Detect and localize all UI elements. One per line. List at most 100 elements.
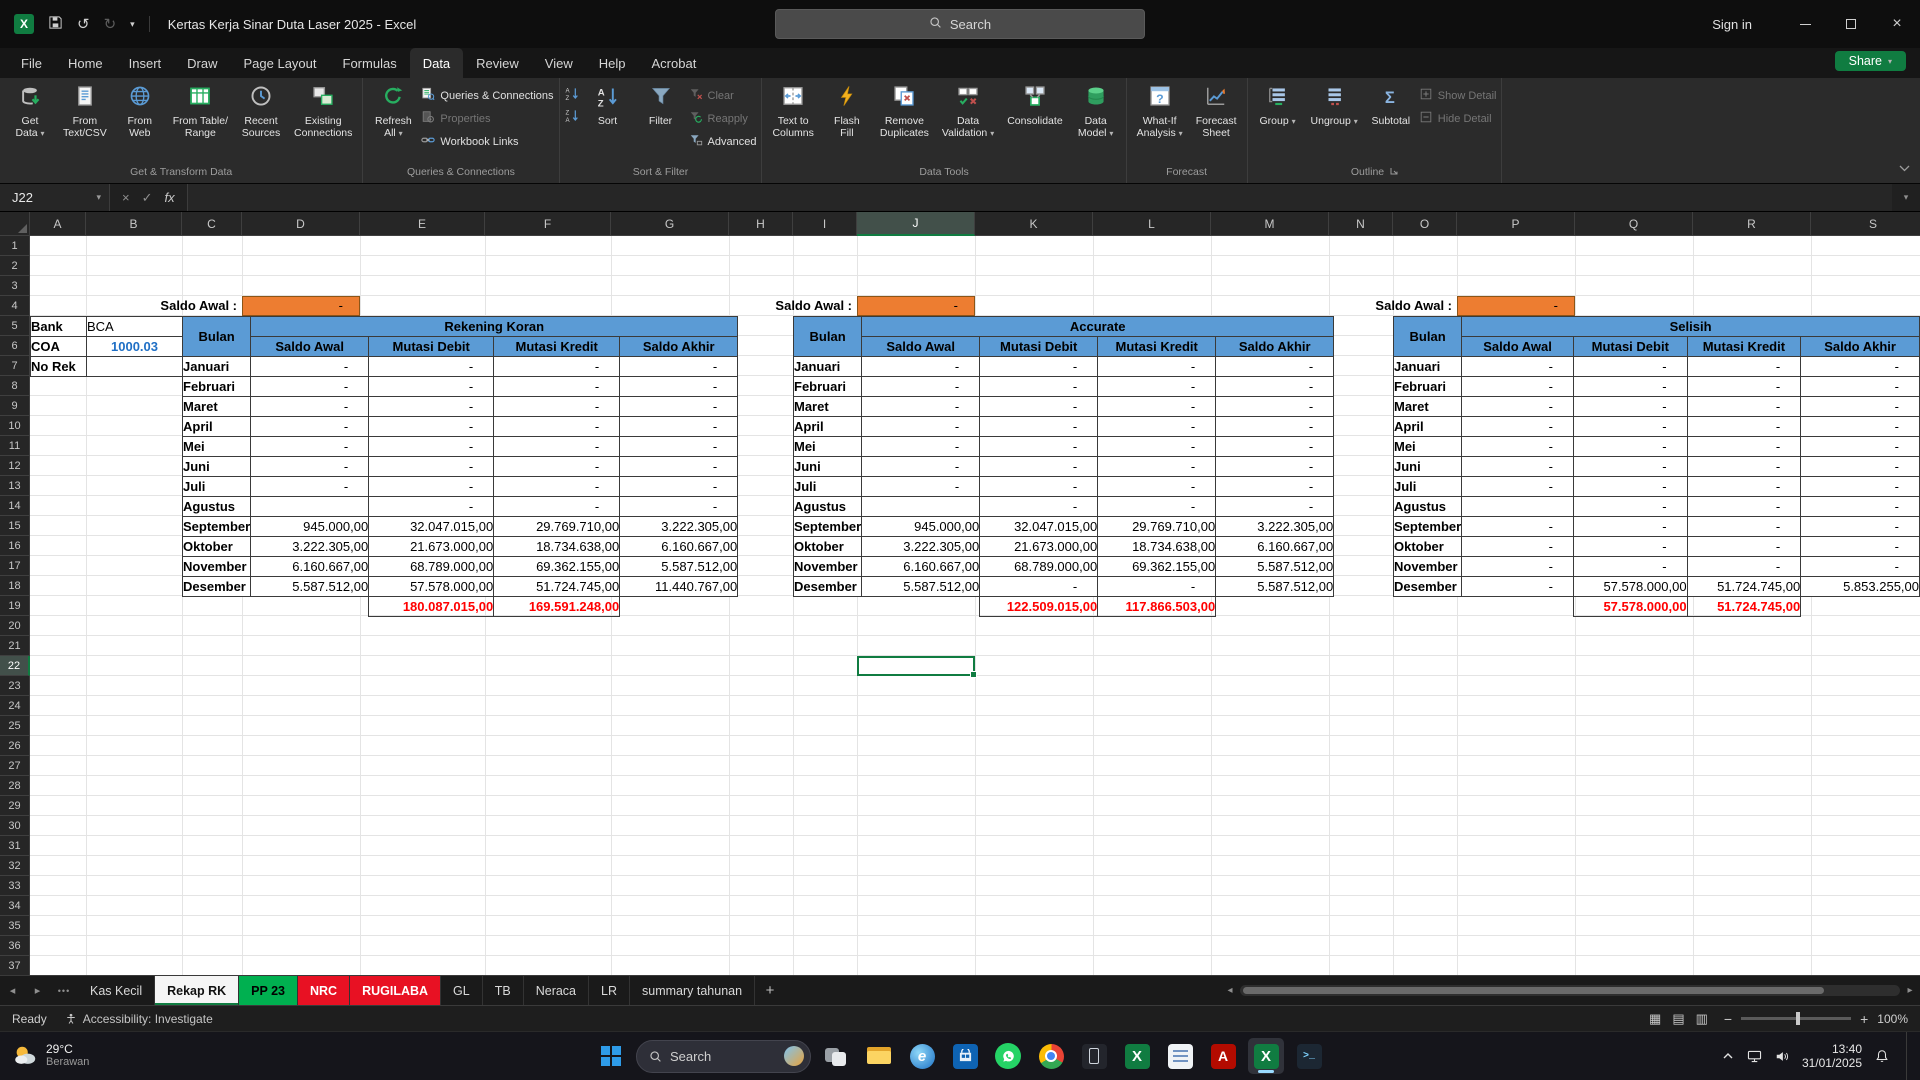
row-header-25[interactable]: 25: [0, 716, 30, 736]
row-header-10[interactable]: 10: [0, 416, 30, 436]
scroll-left-icon[interactable]: ◂: [1223, 985, 1237, 996]
start-button[interactable]: [593, 1038, 629, 1074]
cell-J9[interactable]: -: [862, 397, 980, 417]
cell-I11[interactable]: Mei: [794, 437, 862, 457]
cell-F9[interactable]: -: [494, 397, 620, 417]
weather-widget[interactable]: 29°C Berawan: [0, 1043, 89, 1069]
row-header-22[interactable]: 22: [0, 656, 30, 676]
row-header-14[interactable]: 14: [0, 496, 30, 516]
cell-P13[interactable]: -: [1462, 477, 1574, 497]
cell-S14[interactable]: -: [1801, 497, 1920, 517]
cell-G10[interactable]: -: [620, 417, 738, 437]
ribbon-tab-review[interactable]: Review: [463, 48, 532, 78]
column-header-F[interactable]: F: [485, 212, 611, 236]
ribbon-tab-home[interactable]: Home: [55, 48, 116, 78]
taskbar-search[interactable]: Search: [636, 1040, 811, 1073]
cell-E12[interactable]: -: [369, 457, 494, 477]
file-explorer-icon[interactable]: [861, 1038, 897, 1074]
sort-z-to-a-button[interactable]: ZA: [565, 108, 580, 123]
cell-M14[interactable]: -: [1216, 497, 1334, 517]
cell-E7[interactable]: -: [369, 357, 494, 377]
row-header-29[interactable]: 29: [0, 796, 30, 816]
subtotal-button[interactable]: ΣSubtotal: [1366, 81, 1416, 130]
cell-E17[interactable]: 68.789.000,00: [369, 557, 494, 577]
cell-C11[interactable]: Mei: [183, 437, 251, 457]
task-view-icon[interactable]: [818, 1038, 854, 1074]
row-header-37[interactable]: 37: [0, 956, 30, 975]
cell-O13[interactable]: Juli: [1394, 477, 1462, 497]
search-box[interactable]: Search: [775, 9, 1145, 39]
cell-L11[interactable]: -: [1098, 437, 1216, 457]
row-header-12[interactable]: 12: [0, 456, 30, 476]
cell-I18[interactable]: Desember: [794, 577, 862, 597]
cell-J12[interactable]: -: [862, 457, 980, 477]
cell-I15[interactable]: September: [794, 517, 862, 537]
sheet-tab-kas-kecil[interactable]: Kas Kecil: [78, 976, 155, 1005]
ribbon-tab-page-layout[interactable]: Page Layout: [231, 48, 330, 78]
cell-R14[interactable]: -: [1687, 497, 1801, 517]
info-label-cell[interactable]: Bank: [31, 317, 87, 337]
microsoft-store-icon[interactable]: [947, 1038, 983, 1074]
cell-G11[interactable]: -: [620, 437, 738, 457]
cell-P17[interactable]: -: [1462, 557, 1574, 577]
collapse-ribbon-button[interactable]: [1899, 159, 1910, 177]
row-header-26[interactable]: 26: [0, 736, 30, 756]
text-to-columns-button[interactable]: Text toColumns: [767, 81, 818, 141]
cell-P10[interactable]: -: [1462, 417, 1574, 437]
cell-O16[interactable]: Oktober: [1394, 537, 1462, 557]
row-header-19[interactable]: 19: [0, 596, 30, 616]
sheet-tab-rekap-rk[interactable]: Rekap RK: [155, 976, 239, 1005]
cell-D19[interactable]: [251, 597, 369, 617]
column-header-P[interactable]: P: [1457, 212, 1575, 236]
cell-K8[interactable]: -: [980, 377, 1098, 397]
column-header-R[interactable]: R: [1693, 212, 1811, 236]
row-header-31[interactable]: 31: [0, 836, 30, 856]
row-header-23[interactable]: 23: [0, 676, 30, 696]
info-value-cell[interactable]: BCA: [87, 317, 183, 337]
cell-I14[interactable]: Agustus: [794, 497, 862, 517]
cell-C16[interactable]: Oktober: [183, 537, 251, 557]
cell-M13[interactable]: -: [1216, 477, 1334, 497]
formula-input[interactable]: [188, 184, 1892, 211]
saldo-awal-value-cell[interactable]: -: [242, 296, 360, 316]
cell-O19[interactable]: [1394, 597, 1462, 617]
cell-P14[interactable]: [1462, 497, 1574, 517]
cell-F19[interactable]: 169.591.248,00: [494, 597, 620, 617]
cell-G8[interactable]: -: [620, 377, 738, 397]
cell-S7[interactable]: -: [1801, 357, 1920, 377]
row-header-18[interactable]: 18: [0, 576, 30, 596]
all-sheets-icon[interactable]: •••: [50, 976, 78, 1005]
normal-view-icon[interactable]: ▦: [1649, 1011, 1661, 1027]
ribbon-tab-file[interactable]: File: [8, 48, 55, 78]
cell-L16[interactable]: 18.734.638,00: [1098, 537, 1216, 557]
cells-area[interactable]: BankBCACOA1000.03No RekSaldo Awal :-Bula…: [30, 236, 1920, 975]
accessibility-status[interactable]: Accessibility: Investigate: [65, 1012, 213, 1026]
row-header-32[interactable]: 32: [0, 856, 30, 876]
cell-M15[interactable]: 3.222.305,00: [1216, 517, 1334, 537]
group-button[interactable]: Group ▾: [1253, 81, 1303, 130]
row-header-27[interactable]: 27: [0, 756, 30, 776]
cell-Q8[interactable]: -: [1573, 377, 1687, 397]
from-text-csv-button[interactable]: FromText/CSV: [58, 81, 112, 141]
zoom-slider[interactable]: [1741, 1017, 1851, 1020]
zoom-slider-thumb[interactable]: [1796, 1012, 1800, 1025]
cell-F8[interactable]: -: [494, 377, 620, 397]
save-icon[interactable]: [48, 15, 63, 33]
hidden-icons-chevron-icon[interactable]: [1722, 1051, 1734, 1061]
cell-F7[interactable]: -: [494, 357, 620, 377]
maximize-button[interactable]: [1828, 0, 1874, 48]
whatsapp-icon[interactable]: [990, 1038, 1026, 1074]
cell-D17[interactable]: 6.160.667,00: [251, 557, 369, 577]
cell-E9[interactable]: -: [369, 397, 494, 417]
cell-P9[interactable]: -: [1462, 397, 1574, 417]
cell-S11[interactable]: -: [1801, 437, 1920, 457]
cell-D9[interactable]: -: [251, 397, 369, 417]
recent-sources-button[interactable]: RecentSources: [236, 81, 286, 141]
saldo-awal-value-cell[interactable]: -: [1457, 296, 1575, 316]
row-header-6[interactable]: 6: [0, 336, 30, 356]
cell-C14[interactable]: Agustus: [183, 497, 251, 517]
cell-I8[interactable]: Februari: [794, 377, 862, 397]
expand-formula-bar-icon[interactable]: ▾: [1892, 184, 1920, 211]
row-header-30[interactable]: 30: [0, 816, 30, 836]
cell-K17[interactable]: 68.789.000,00: [980, 557, 1098, 577]
